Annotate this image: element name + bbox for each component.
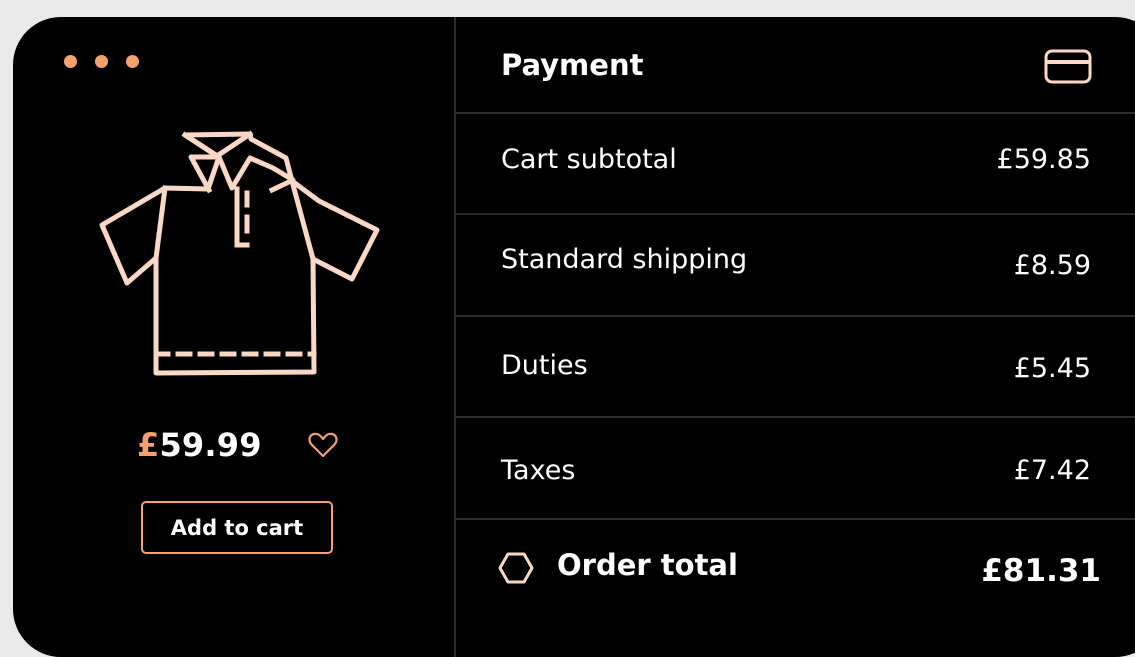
hexagon-icon: [498, 552, 534, 584]
line-item-row: Taxes £7.42: [456, 418, 1135, 520]
window-dot: [126, 55, 139, 68]
polo-shirt-icon: [99, 130, 380, 376]
product-panel: £59.99 Add to cart: [13, 17, 454, 657]
order-total-value: £81.31: [981, 553, 1101, 589]
window-dots: [64, 55, 139, 68]
price-row: £59.99: [137, 422, 347, 468]
line-item-label: Cart subtotal: [501, 144, 677, 175]
window-dot: [95, 55, 108, 68]
line-item-value: £5.45: [1013, 353, 1091, 384]
product-price: £59.99: [137, 422, 262, 468]
line-item-value: £8.59: [1013, 250, 1091, 281]
line-item-row: Duties £5.45: [456, 317, 1135, 418]
window-dot: [64, 55, 77, 68]
add-to-cart-button[interactable]: Add to cart: [141, 501, 333, 554]
heart-icon[interactable]: [308, 431, 338, 459]
payment-panel: Payment Cart subtotal £59.85 Standard sh…: [456, 17, 1135, 657]
line-item-label: Standard shipping: [501, 244, 748, 275]
credit-card-icon[interactable]: [1044, 48, 1092, 86]
price-amount: 59.99: [159, 426, 262, 464]
order-total-label: Order total: [557, 548, 738, 582]
line-item-row: Cart subtotal £59.85: [456, 114, 1135, 215]
line-item-label: Duties: [501, 350, 588, 381]
payment-header: Payment: [456, 17, 1135, 114]
payment-card: £59.99 Add to cart Payment Cart subtotal…: [13, 17, 1135, 657]
line-item-value: £7.42: [1013, 455, 1091, 486]
payment-title: Payment: [501, 48, 644, 82]
line-item-value: £59.85: [996, 144, 1091, 175]
price-currency: £: [137, 426, 160, 464]
line-item-label: Taxes: [501, 455, 576, 486]
line-item-row: Standard shipping £8.59: [456, 215, 1135, 317]
